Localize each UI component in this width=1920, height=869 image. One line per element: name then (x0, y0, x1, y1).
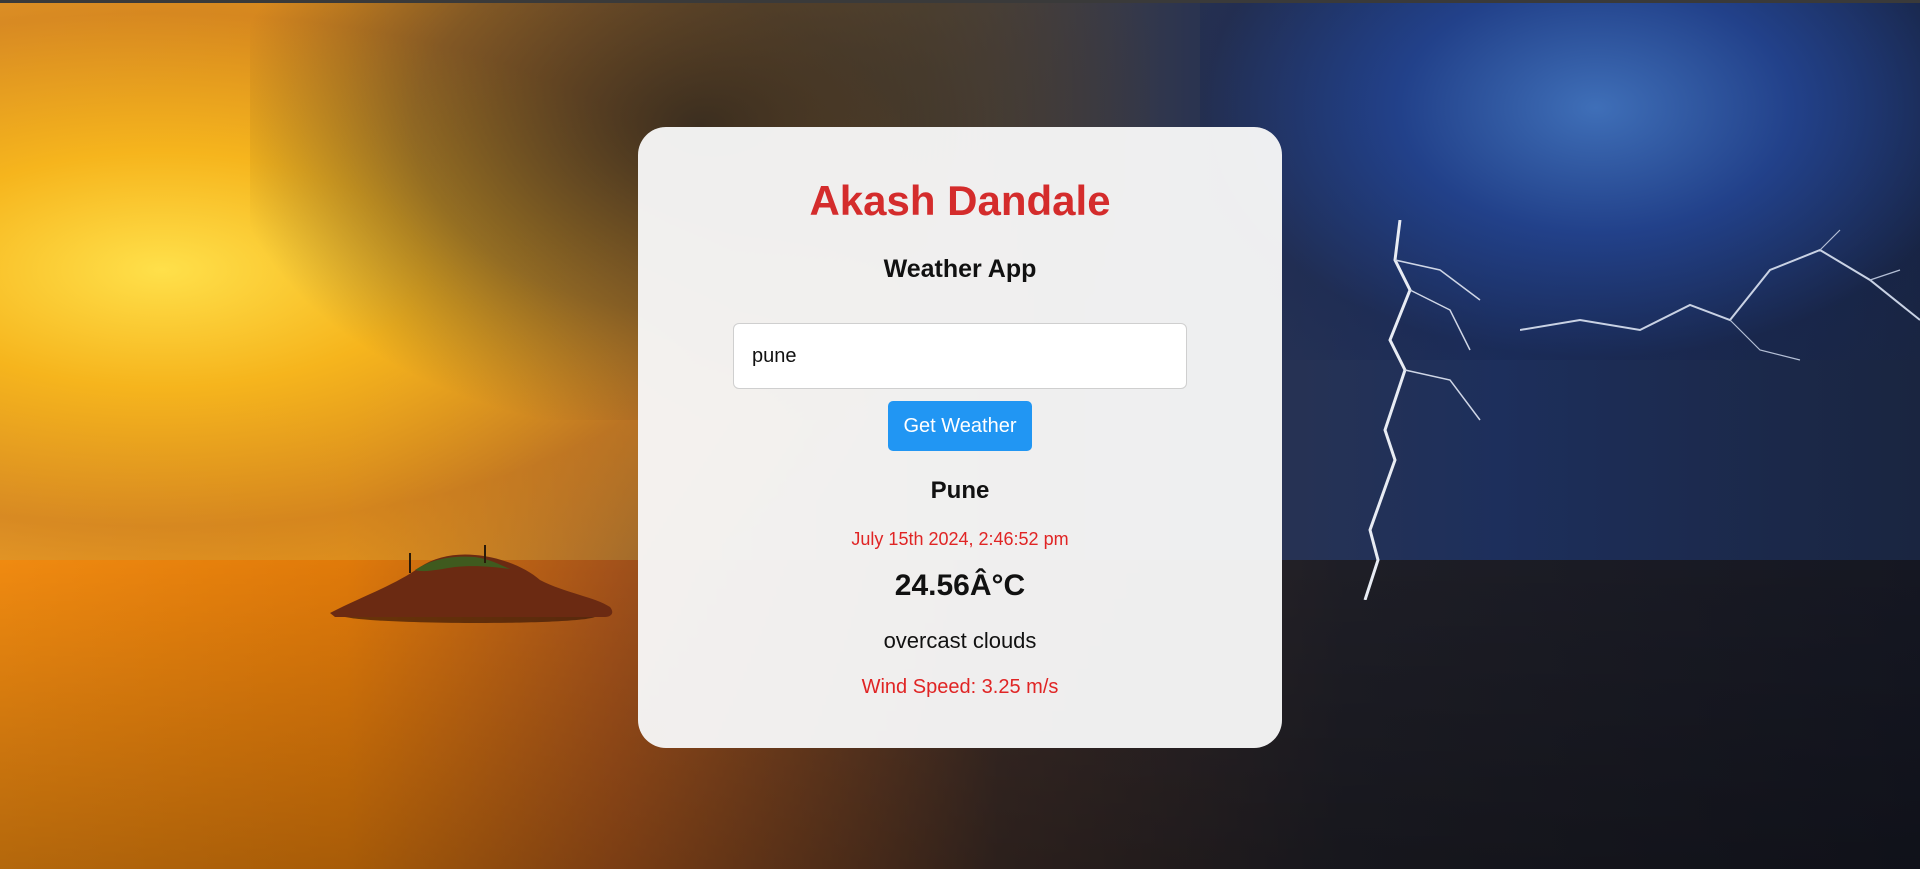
date-time: July 15th 2024, 2:46:52 pm (851, 529, 1069, 549)
weather-card: Akash Dandale Weather App Get Weather Pu… (638, 127, 1282, 748)
app-owner-title: Akash Dandale (809, 177, 1111, 224)
city-search-input[interactable] (733, 323, 1187, 389)
wind-speed: Wind Speed: 3.25 m/s (861, 676, 1059, 698)
temperature: 24.56Â°C (894, 569, 1026, 602)
lightning-bolt-icon (1363, 220, 1481, 600)
weather-description: overcast clouds (883, 628, 1037, 653)
city-name: Pune (930, 477, 990, 504)
get-weather-button[interactable]: Get Weather (888, 401, 1032, 451)
lightning-branch-icon (1520, 229, 1920, 361)
app-subtitle: Weather App (883, 255, 1037, 283)
island-illustration (330, 545, 613, 623)
top-edge (0, 0, 1920, 3)
